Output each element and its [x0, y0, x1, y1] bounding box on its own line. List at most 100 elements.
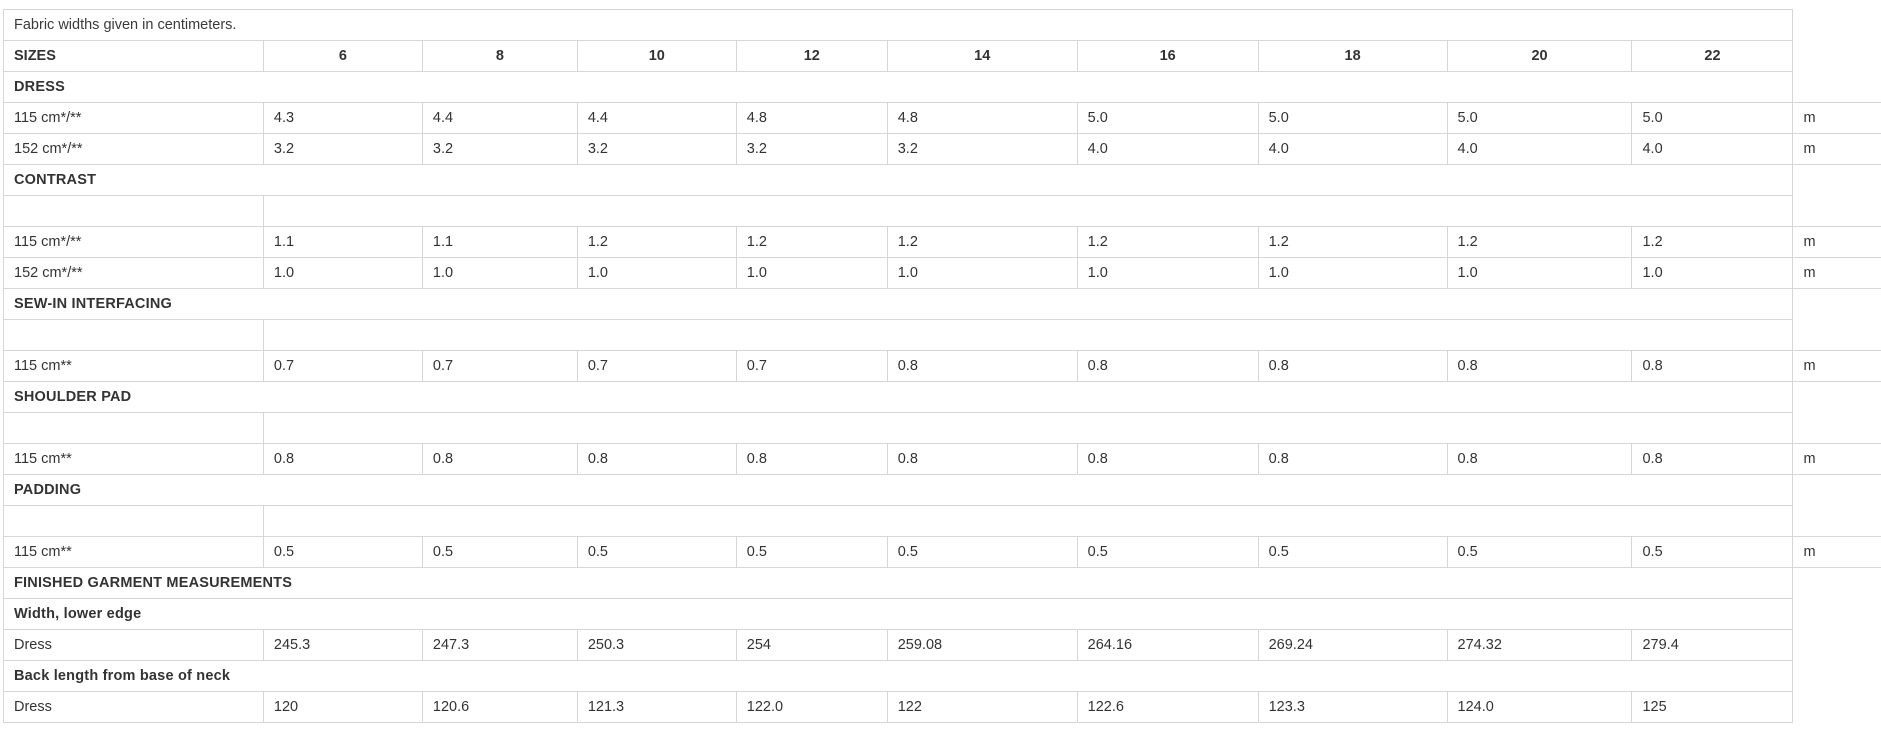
yardage-value: 0.7 — [735, 350, 888, 382]
yardage-value: 4.0 — [1446, 133, 1633, 165]
row-label: 152 cm*/** — [3, 133, 264, 165]
unit-spacer — [1793, 413, 1881, 444]
section-title-row: FINISHED GARMENT MEASUREMENTS — [2, 567, 1881, 599]
unit-label: m — [1792, 443, 1881, 475]
row-label: Dress — [3, 629, 264, 661]
yardage-value: 0.8 — [1631, 350, 1794, 382]
fabric-requirements-sheet: Fabric widths given in centimeters. SIZE… — [2, 9, 1881, 723]
section-title: Back length from base of neck — [2, 660, 1794, 692]
size-header: 16 — [1076, 40, 1259, 72]
yardage-value: 279.4 — [1631, 629, 1794, 661]
size-header: 18 — [1257, 40, 1448, 72]
yardage-value: 0.8 — [1446, 350, 1633, 382]
yardage-value: 124.0 — [1446, 691, 1633, 723]
yardage-value: 120.6 — [421, 691, 578, 723]
yardage-value: 5.0 — [1257, 102, 1448, 134]
yardage-value: 3.2 — [262, 133, 423, 165]
yardage-value: 3.2 — [886, 133, 1078, 165]
row-label: 115 cm** — [3, 350, 264, 382]
yardage-value: 4.8 — [735, 102, 888, 134]
yardage-value: 0.7 — [576, 350, 737, 382]
spacer-row — [3, 195, 1881, 227]
size-header: 8 — [421, 40, 578, 72]
yardage-value: 1.0 — [1446, 257, 1633, 289]
unit-spacer — [1793, 320, 1881, 351]
row-label: Dress — [3, 691, 264, 723]
yardage-value: 0.8 — [262, 443, 423, 475]
yardage-value: 1.2 — [735, 226, 888, 258]
yardage-value: 0.5 — [1076, 536, 1259, 568]
row-label: 115 cm*/** — [3, 226, 264, 258]
spacer-label-cell — [3, 195, 264, 227]
yardage-value: 122 — [886, 691, 1078, 723]
note-row: Fabric widths given in centimeters. — [2, 9, 1881, 41]
data-row: 115 cm** 0.7 0.7 0.7 0.7 0.8 0.8 0.8 0.8 0.8 m — [3, 350, 1881, 382]
section-title: CONTRAST — [2, 164, 1794, 196]
yardage-value: 4.0 — [1631, 133, 1794, 165]
yardage-value: 1.2 — [1631, 226, 1794, 258]
section-title: SHOULDER PAD — [2, 381, 1794, 413]
yardage-value: 0.5 — [1631, 536, 1794, 568]
yardage-value: 0.8 — [1076, 350, 1259, 382]
unit-spacer — [1793, 382, 1881, 413]
spacer-label-cell — [3, 412, 264, 444]
unit-spacer — [1793, 475, 1881, 506]
section-title: DRESS — [2, 71, 1794, 103]
yardage-value: 0.5 — [1257, 536, 1448, 568]
yardage-value: 250.3 — [576, 629, 737, 661]
yardage-value: 4.8 — [886, 102, 1078, 134]
data-row: Dress 120 120.6 121.3 122.0 122 122.6 123.3 124.… — [3, 691, 1881, 723]
yardage-value: 1.0 — [1076, 257, 1259, 289]
unit-label: m — [1792, 350, 1881, 382]
yardage-value: 1.0 — [886, 257, 1078, 289]
yardage-value: 0.8 — [1257, 350, 1448, 382]
unit-label: m — [1792, 102, 1881, 134]
spacer-label-cell — [3, 319, 264, 351]
yardage-value: 3.2 — [576, 133, 737, 165]
yardage-value: 0.7 — [421, 350, 578, 382]
spacer-values-cell — [262, 195, 1794, 227]
yardage-value: 4.0 — [1257, 133, 1448, 165]
unit-spacer — [1793, 10, 1881, 41]
yardage-value: 0.8 — [1446, 443, 1633, 475]
section-title-row: Back length from base of neck — [2, 660, 1881, 692]
size-header: 12 — [735, 40, 888, 72]
spacer-row — [3, 505, 1881, 537]
yardage-value: 259.08 — [886, 629, 1078, 661]
yardage-value: 0.8 — [735, 443, 888, 475]
section-title-row: PADDING — [2, 474, 1881, 506]
yardage-value: 1.2 — [1076, 226, 1259, 258]
section-title-row: DRESS — [2, 71, 1881, 103]
spacer-values-cell — [262, 412, 1794, 444]
fabric-width-note: Fabric widths given in centimeters. — [2, 9, 1794, 41]
yardage-value: 0.8 — [1631, 443, 1794, 475]
yardage-value: 274.32 — [1446, 629, 1633, 661]
section-title: Width, lower edge — [2, 598, 1794, 630]
yardage-value: 5.0 — [1446, 102, 1633, 134]
yardage-value: 122.6 — [1076, 691, 1259, 723]
yardage-value: 1.0 — [735, 257, 888, 289]
unit-spacer — [1793, 630, 1881, 661]
unit-label: m — [1792, 257, 1881, 289]
yardage-value: 1.1 — [421, 226, 578, 258]
unit-label: m — [1792, 133, 1881, 165]
yardage-value: 1.2 — [886, 226, 1078, 258]
yardage-value: 0.7 — [262, 350, 423, 382]
unit-spacer — [1793, 506, 1881, 537]
yardage-value: 245.3 — [262, 629, 423, 661]
yardage-value: 3.2 — [735, 133, 888, 165]
section-title: FINISHED GARMENT MEASUREMENTS — [2, 567, 1794, 599]
section-title-row: CONTRAST — [2, 164, 1881, 196]
section-title: SEW-IN INTERFACING — [2, 288, 1794, 320]
spacer-row — [3, 412, 1881, 444]
yardage-value: 125 — [1631, 691, 1794, 723]
section-title-row: SHOULDER PAD — [2, 381, 1881, 413]
yardage-value: 0.8 — [421, 443, 578, 475]
unit-spacer — [1793, 165, 1881, 196]
yardage-value: 0.5 — [735, 536, 888, 568]
yardage-value: 122.0 — [735, 691, 888, 723]
spacer-values-cell — [262, 505, 1794, 537]
yardage-value: 1.0 — [1631, 257, 1794, 289]
yardage-value: 1.0 — [262, 257, 423, 289]
row-label: 115 cm** — [3, 443, 264, 475]
